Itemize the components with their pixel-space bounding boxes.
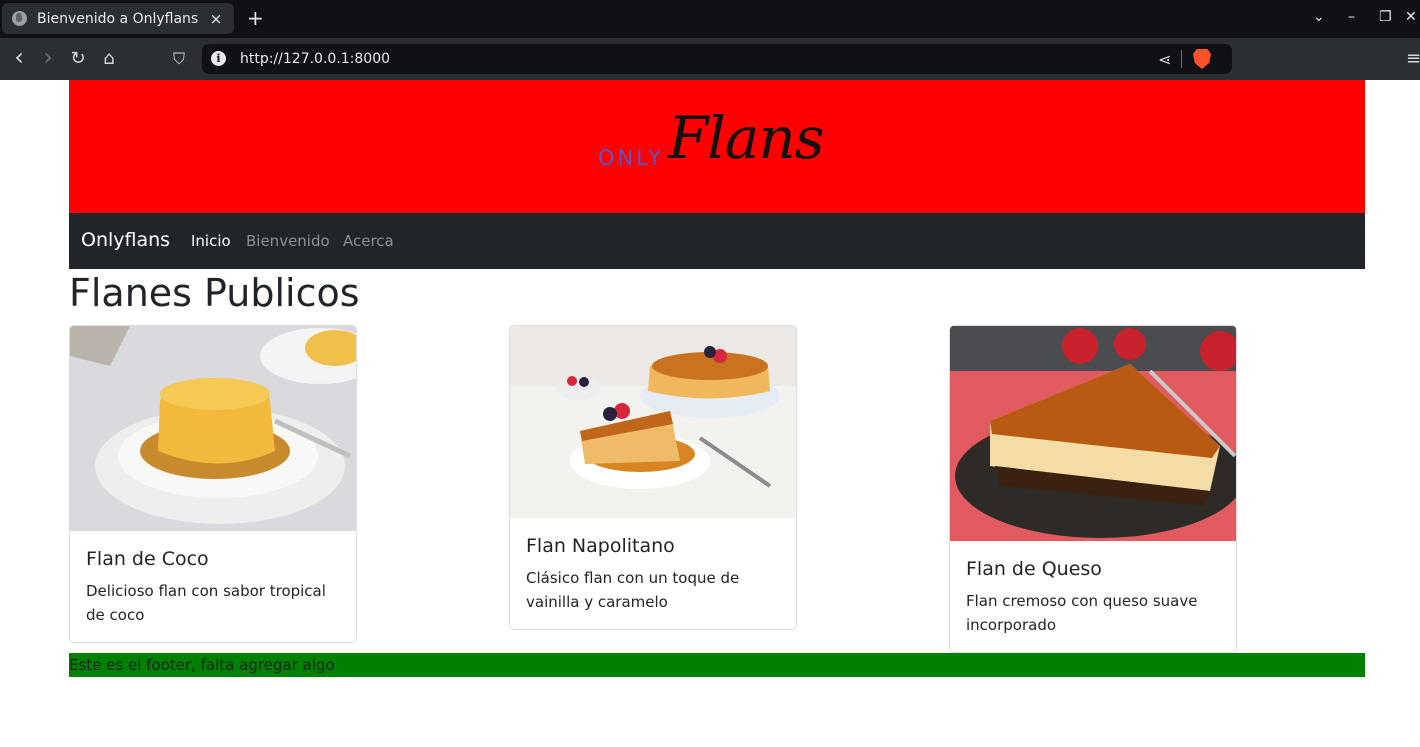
new-tab-button[interactable]: + (247, 8, 264, 28)
card-title: Flan de Queso (966, 558, 1102, 580)
page-title: Flanes Publicos (69, 271, 360, 315)
menu-icon[interactable]: ≡ (1406, 48, 1420, 69)
card-text: Clásico flan con un toque de vainilla y … (526, 569, 740, 611)
flan-napolitano-image (510, 326, 796, 518)
forward-icon[interactable]: › (38, 45, 58, 69)
close-tab-icon[interactable]: × (208, 10, 224, 28)
card-title: Flan Napolitano (526, 535, 675, 557)
reload-icon[interactable]: ↻ (68, 49, 88, 69)
site-info-icon[interactable]: i (211, 51, 226, 66)
nav-link-inicio[interactable]: Inicio (191, 232, 231, 250)
flan-card: Flan de Coco Delicioso flan con sabor tr… (69, 325, 357, 643)
navbar-brand[interactable]: Onlyflans (81, 229, 170, 251)
home-icon[interactable]: ⌂ (99, 49, 119, 69)
flan-napolitano-photo (510, 326, 796, 518)
flan-card: Flan de Queso Flan cremoso con queso sua… (949, 325, 1237, 653)
card-title: Flan de Coco (86, 548, 209, 570)
tab-list-icon[interactable]: ⌄ (1313, 9, 1325, 25)
card-text: Delicioso flan con sabor tropical de coc… (86, 582, 326, 624)
card-text: Flan cremoso con queso suave incorporado (966, 592, 1198, 634)
flan-card: Flan Napolitano Clásico flan con un toqu… (509, 325, 797, 630)
onlyflans-logo: ONLY Flans (596, 104, 846, 184)
flan-queso-photo (950, 326, 1236, 541)
globe-icon (12, 11, 27, 26)
browser-tab[interactable]: Bienvenido a Onlyflans × (2, 3, 234, 34)
address-divider (1181, 50, 1182, 68)
url-text[interactable]: http://127.0.0.1:8000 (240, 51, 390, 67)
nav-link-bienvenido[interactable]: Bienvenido (246, 232, 330, 250)
restore-icon[interactable]: ❐ (1379, 9, 1392, 25)
tab-title: Bienvenido a Onlyflans (37, 10, 199, 27)
window-close-icon[interactable]: ✕ (1405, 9, 1417, 25)
minimize-icon[interactable]: – (1348, 9, 1355, 25)
flan-queso-image (950, 326, 1236, 541)
bookmark-icon[interactable]: ⛉ (169, 49, 189, 69)
footer-text: Este es el footer, falta agregar algo (69, 656, 335, 674)
flan-coco-image (70, 326, 356, 531)
logo-flans-text: Flans (668, 104, 824, 172)
nav-link-acerca[interactable]: Acerca (343, 232, 394, 250)
flan-coco-photo (70, 326, 356, 531)
share-icon[interactable]: ⋖ (1158, 50, 1171, 69)
back-icon[interactable]: ‹ (9, 45, 29, 69)
logo-only-text: ONLY (598, 146, 664, 170)
